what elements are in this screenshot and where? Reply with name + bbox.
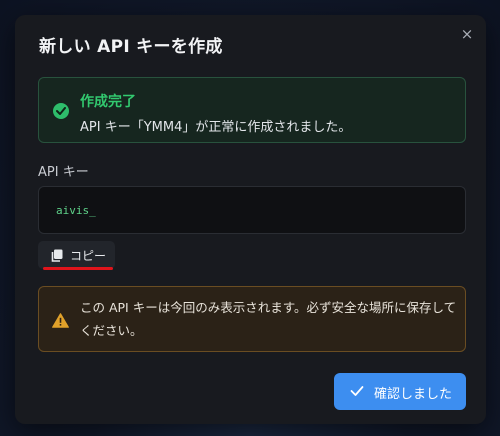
- warning-alert: この API キーは今回のみ表示されます。必ず安全な場所に保存してください。: [38, 286, 466, 352]
- api-key-label: API キー: [38, 165, 89, 180]
- warning-message: この API キーは今回のみ表示されます。必ず安全な場所に保存してください。: [80, 300, 457, 338]
- success-message: API キー「YMM4」が正常に作成されました。: [80, 120, 352, 135]
- copy-icon: [51, 249, 63, 262]
- success-heading: 作成完了: [80, 94, 136, 110]
- close-icon[interactable]: ×: [458, 25, 476, 43]
- create-api-key-dialog: 新しい API キーを作成 × 作成完了 API キー「YMM4」が正常に作成さ…: [15, 15, 486, 424]
- api-key-display[interactable]: aivis_: [38, 186, 466, 234]
- check-circle-icon: [53, 103, 69, 119]
- warning-icon: [52, 313, 69, 328]
- red-underline-annotation: [43, 267, 113, 270]
- copy-button[interactable]: コピー: [38, 241, 115, 269]
- confirm-button[interactable]: 確認しました: [334, 373, 466, 410]
- confirm-button-label: 確認しました: [374, 387, 453, 402]
- copy-button-label: コピー: [70, 249, 107, 263]
- dialog-title: 新しい API キーを作成: [39, 37, 223, 57]
- api-key-value: aivis_: [56, 204, 96, 217]
- success-alert: 作成完了 API キー「YMM4」が正常に作成されました。: [38, 77, 466, 143]
- check-icon: [350, 386, 364, 396]
